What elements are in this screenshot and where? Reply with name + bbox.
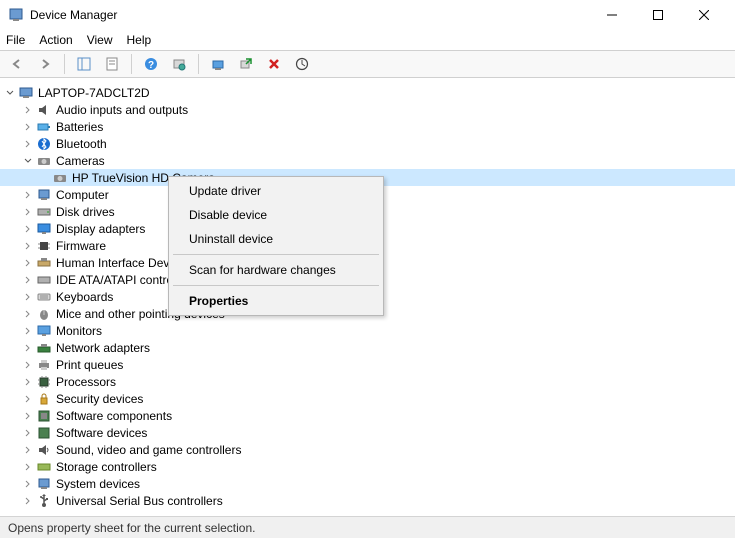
storage-icon: [36, 459, 52, 475]
tree-item-audio[interactable]: Audio inputs and outputs: [0, 101, 735, 118]
expander-icon[interactable]: [22, 376, 34, 388]
expander-icon[interactable]: [22, 410, 34, 422]
minimize-button[interactable]: [589, 0, 635, 30]
title-bar: Device Manager: [0, 0, 735, 30]
expander-icon[interactable]: [22, 325, 34, 337]
network-icon: [36, 340, 52, 356]
scan-hardware-button[interactable]: [168, 53, 190, 75]
root-label: LAPTOP-7ADCLT2D: [38, 86, 150, 100]
printer-icon: [36, 357, 52, 373]
camera-icon: [52, 170, 68, 186]
speaker-icon: [36, 102, 52, 118]
tree-item-print[interactable]: Print queues: [0, 356, 735, 373]
close-button[interactable]: [681, 0, 727, 30]
tree-item-processors[interactable]: Processors: [0, 373, 735, 390]
properties-button[interactable]: [101, 53, 123, 75]
expander-icon[interactable]: [22, 121, 34, 133]
expander-icon[interactable]: [4, 87, 16, 99]
expander-icon[interactable]: [22, 478, 34, 490]
menu-file[interactable]: File: [6, 33, 25, 47]
expander-icon[interactable]: [22, 240, 34, 252]
context-properties[interactable]: Properties: [171, 289, 381, 313]
menu-action[interactable]: Action: [39, 33, 72, 47]
expander-expanded-icon[interactable]: [22, 155, 34, 167]
tree-item-batteries[interactable]: Batteries: [0, 118, 735, 135]
menu-separator: [173, 254, 379, 255]
toolbar: ?: [0, 50, 735, 78]
cpu-icon: [36, 374, 52, 390]
chip-icon: [36, 238, 52, 254]
expander-icon[interactable]: [22, 104, 34, 116]
expander-icon[interactable]: [22, 342, 34, 354]
tree-item-usb[interactable]: Universal Serial Bus controllers: [0, 492, 735, 509]
expander-icon[interactable]: [22, 495, 34, 507]
menu-view[interactable]: View: [87, 33, 113, 47]
app-icon: [8, 7, 24, 23]
expander-icon[interactable]: [22, 189, 34, 201]
disable-device-button[interactable]: [235, 53, 257, 75]
tree-item-security[interactable]: Security devices: [0, 390, 735, 407]
expander-icon[interactable]: [22, 359, 34, 371]
menu-separator: [173, 285, 379, 286]
expander-icon[interactable]: [22, 308, 34, 320]
monitor-icon: [36, 323, 52, 339]
system-icon: [36, 476, 52, 492]
expander-icon[interactable]: [22, 427, 34, 439]
mouse-icon: [36, 306, 52, 322]
expander-icon[interactable]: [22, 206, 34, 218]
camera-icon: [36, 153, 52, 169]
ide-icon: [36, 272, 52, 288]
sound-icon: [36, 442, 52, 458]
window-title: Device Manager: [30, 8, 589, 22]
software-icon: [36, 425, 52, 441]
uninstall-device-button[interactable]: [263, 53, 285, 75]
context-disable-device[interactable]: Disable device: [171, 203, 381, 227]
tree-item-network[interactable]: Network adapters: [0, 339, 735, 356]
context-uninstall-device[interactable]: Uninstall device: [171, 227, 381, 251]
tree-root[interactable]: LAPTOP-7ADCLT2D: [0, 84, 735, 101]
tree-item-sound[interactable]: Sound, video and game controllers: [0, 441, 735, 458]
hid-icon: [36, 255, 52, 271]
status-bar: Opens property sheet for the current sel…: [0, 516, 735, 538]
forward-button[interactable]: [34, 53, 56, 75]
context-update-driver[interactable]: Update driver: [171, 179, 381, 203]
tree-item-storage[interactable]: Storage controllers: [0, 458, 735, 475]
computer-icon: [18, 85, 34, 101]
tree-item-softcomp[interactable]: Software components: [0, 407, 735, 424]
battery-icon: [36, 119, 52, 135]
expander-icon[interactable]: [22, 393, 34, 405]
disk-icon: [36, 204, 52, 220]
expander-icon[interactable]: [22, 257, 34, 269]
security-icon: [36, 391, 52, 407]
expander-icon[interactable]: [22, 138, 34, 150]
tree-item-bluetooth[interactable]: Bluetooth: [0, 135, 735, 152]
help-button[interactable]: ?: [140, 53, 162, 75]
maximize-button[interactable]: [635, 0, 681, 30]
tree-item-cameras[interactable]: Cameras: [0, 152, 735, 169]
expander-icon[interactable]: [22, 291, 34, 303]
update-driver-button[interactable]: [207, 53, 229, 75]
display-icon: [36, 221, 52, 237]
status-text: Opens property sheet for the current sel…: [8, 521, 255, 535]
expander-icon[interactable]: [22, 461, 34, 473]
scan-changes-button[interactable]: [291, 53, 313, 75]
tree-item-softdev[interactable]: Software devices: [0, 424, 735, 441]
usb-icon: [36, 493, 52, 509]
show-hide-tree-button[interactable]: [73, 53, 95, 75]
context-menu: Update driver Disable device Uninstall d…: [168, 176, 384, 316]
menu-help[interactable]: Help: [127, 33, 152, 47]
expander-icon[interactable]: [22, 274, 34, 286]
pc-icon: [36, 187, 52, 203]
expander-icon[interactable]: [22, 444, 34, 456]
bluetooth-icon: [36, 136, 52, 152]
context-scan-hardware[interactable]: Scan for hardware changes: [171, 258, 381, 282]
svg-text:?: ?: [148, 60, 154, 71]
tree-item-monitors[interactable]: Monitors: [0, 322, 735, 339]
back-button[interactable]: [6, 53, 28, 75]
menu-bar: File Action View Help: [0, 30, 735, 50]
keyboard-icon: [36, 289, 52, 305]
component-icon: [36, 408, 52, 424]
tree-item-system[interactable]: System devices: [0, 475, 735, 492]
expander-icon[interactable]: [22, 223, 34, 235]
